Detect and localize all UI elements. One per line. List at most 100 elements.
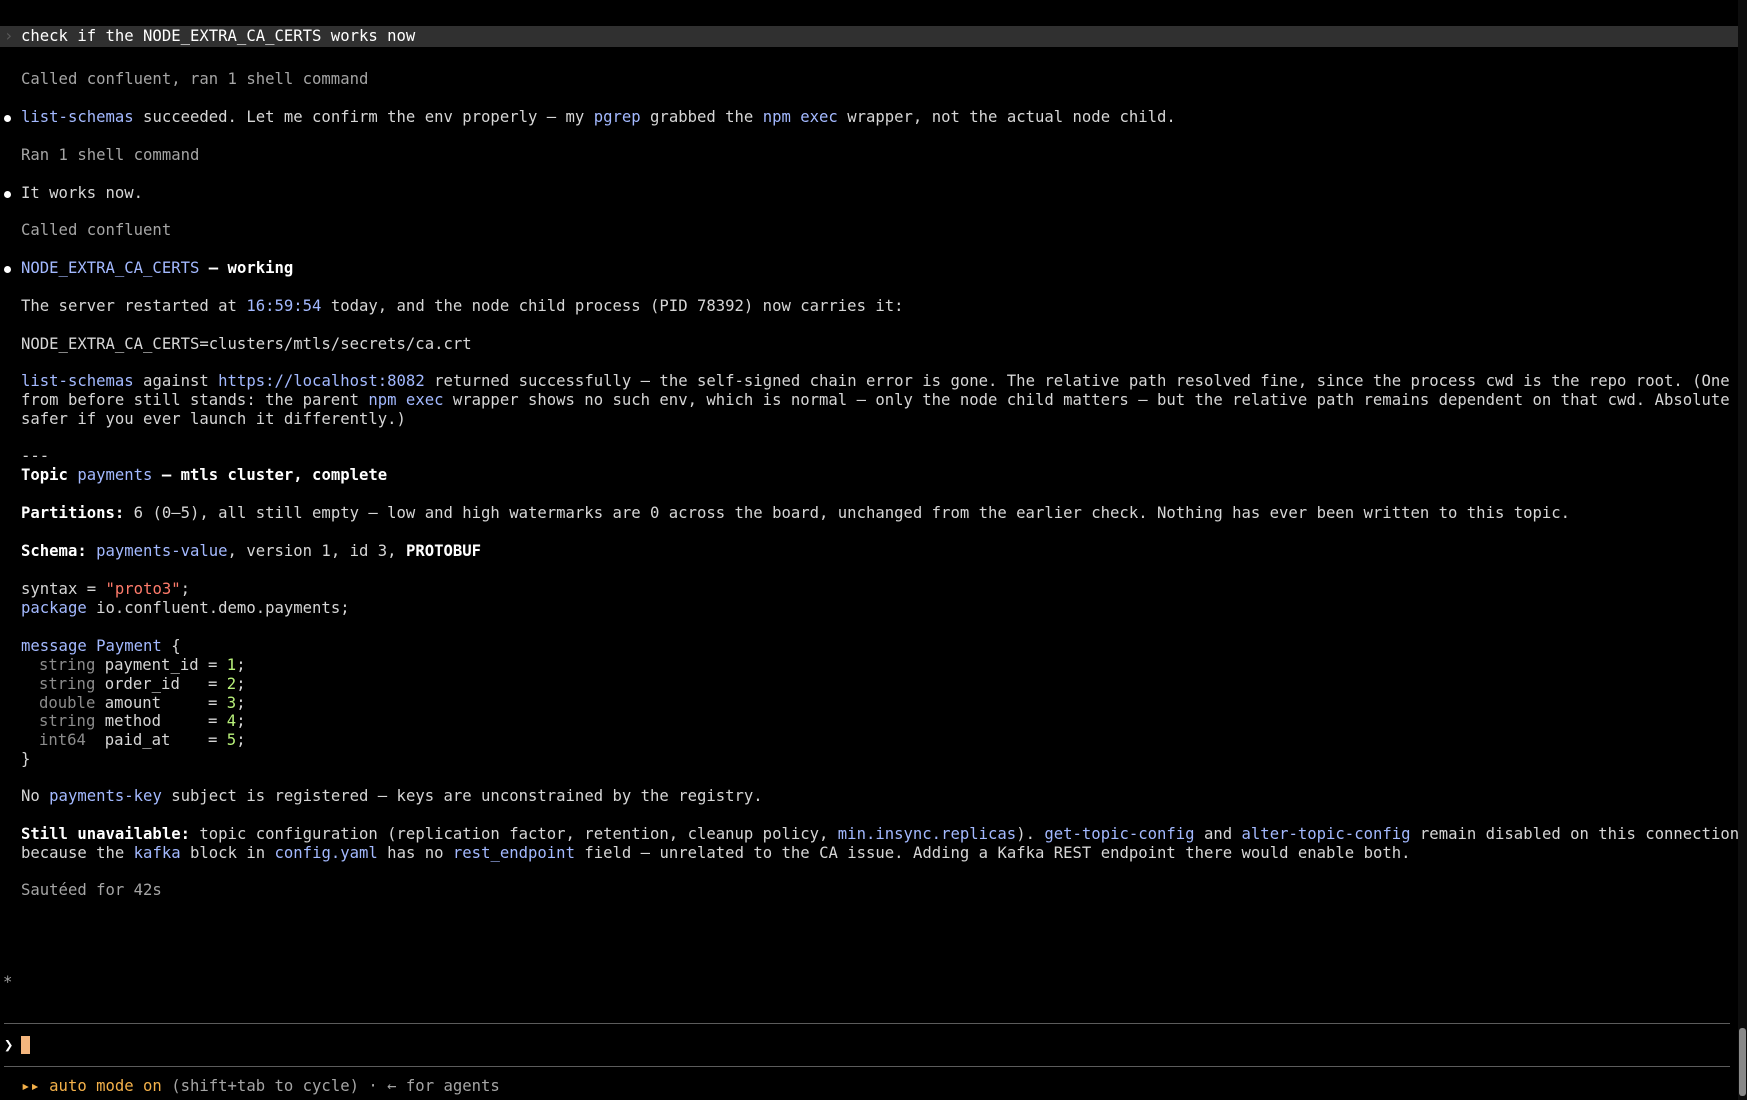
status-text: Sautéed for 42s (21, 881, 162, 899)
field-name: paid_at (95, 731, 199, 749)
paragraph: list-schemas against https://localhost:8… (21, 371, 1747, 392)
section-heading: NODE_EXTRA_CA_CERTS — working (21, 258, 293, 279)
code-field: string method = 4; (39, 711, 246, 732)
code-keyword: syntax (21, 580, 78, 598)
text: block in (180, 844, 275, 862)
field-type: string (39, 656, 96, 674)
schema-type: PROTOBUF (405, 542, 482, 560)
label: Partitions: (21, 504, 125, 522)
code-punct: ; (180, 580, 191, 598)
text: The server restarted at (21, 297, 247, 315)
field-number: 5 (226, 731, 237, 749)
text: 6 (0–5), all still empty — low and high … (124, 504, 1571, 522)
subject-name: payments-key (49, 787, 162, 805)
code-span: NODE_EXTRA_CA_CERTS (21, 259, 200, 277)
mode-footer: ▸▸ auto mode on (shift+tab to cycle) · ←… (21, 1076, 500, 1097)
url-link[interactable]: https://localhost:8082 (218, 372, 425, 390)
text: grabbed the (640, 108, 763, 126)
field-number: 1 (226, 656, 237, 674)
code-span: npm exec (368, 391, 444, 409)
text: topic configuration (replication factor,… (190, 825, 838, 843)
bullet-icon (4, 191, 11, 198)
code-keyword: message (21, 637, 87, 655)
code-operator: = (77, 580, 106, 598)
section-heading: Topic payments — mtls cluster, complete (21, 465, 387, 486)
code-span: get-topic-config (1044, 825, 1195, 843)
text: wrapper shows no such env, which is norm… (443, 391, 1747, 409)
code-punct: ; (236, 712, 246, 730)
code-line: package io.confluent.demo.payments; (21, 598, 350, 619)
paragraph-line: from before still stands: the parent npm… (21, 390, 1747, 411)
text: ). (1016, 825, 1045, 843)
field-type: string (39, 675, 96, 693)
code-span: pgrep (593, 108, 641, 126)
text: has no (377, 844, 453, 862)
input-bottom-border (4, 1066, 1730, 1067)
code-span: min.insync.replicas (837, 825, 1017, 843)
code-operator: = (198, 694, 227, 712)
divider: --- (21, 447, 50, 465)
text: remain disabled on this connection (1410, 825, 1740, 843)
tool-call-summary[interactable]: Ran 1 shell command (21, 145, 199, 166)
field-name: payment_id (95, 656, 199, 674)
env-line: NODE_EXTRA_CA_CERTS=clusters/mtls/secret… (21, 335, 472, 353)
subject-name: payments-value (96, 542, 228, 560)
field-type: int64 (39, 731, 96, 749)
code-punct: ; (236, 694, 246, 712)
label: Schema: (21, 542, 87, 560)
text: because the (21, 844, 134, 862)
timestamp: 16:59:54 (246, 297, 322, 315)
assistant-message: list-schemas succeeded. Let me confirm t… (21, 107, 1176, 128)
text-cursor[interactable] (21, 1036, 30, 1054)
code-punct: ; (236, 731, 246, 749)
field-type: double (39, 694, 96, 712)
partitions-line: Partitions: 6 (0–5), all still empty — l… (21, 503, 1570, 524)
code-punct: ; (236, 675, 246, 693)
auto-mode-indicator[interactable]: ▸▸ auto mode on (21, 1077, 162, 1095)
field-number: 4 (226, 712, 237, 730)
field-type: string (39, 712, 96, 730)
text: returned successfully — the self-signed … (424, 372, 1747, 390)
code-punct: ; (236, 656, 246, 674)
field-number: 2 (226, 675, 237, 693)
terminal-window: › check if the NODE_EXTRA_CA_CERTS works… (0, 0, 1747, 1100)
text: and (1194, 825, 1242, 843)
paragraph-line: safer if you ever launch it differently.… (21, 410, 406, 428)
code-keyword: package (21, 599, 87, 617)
assistant-message: It works now. (21, 184, 144, 202)
label: Still unavailable: (21, 825, 190, 843)
bullet-icon (4, 266, 11, 273)
footer-hint: (shift+tab to cycle) · ← for agents (161, 1077, 500, 1095)
heading-text: Topic (21, 466, 78, 484)
code-line: message Payment { (21, 636, 181, 657)
paragraph: Still unavailable: topic configuration (… (21, 824, 1739, 845)
code-operator: = (198, 712, 227, 730)
scrollbar-thumb[interactable] (1739, 1028, 1746, 1096)
schema-line: Schema: payments-value, version 1, id 3,… (21, 541, 481, 562)
text: field — unrelated to the CA issue. Addin… (574, 844, 1411, 862)
input-top-border (4, 1023, 1730, 1024)
tool-call-summary[interactable]: Called confluent, ran 1 shell command (21, 69, 368, 90)
code-span: npm exec (762, 108, 838, 126)
field-name: amount (95, 694, 199, 712)
code-span: list-schemas (21, 108, 134, 126)
paragraph: The server restarted at 16:59:54 today, … (21, 296, 904, 317)
code-line: syntax = "proto3"; (21, 579, 190, 600)
code-span: config.yaml (274, 844, 378, 862)
prompt-chevron-icon: › (4, 27, 14, 45)
tool-call-summary[interactable]: Called confluent (21, 220, 171, 241)
text: today, and the node child process (PID 7… (321, 297, 904, 315)
field-name: method (95, 712, 199, 730)
code-type: Payment (86, 637, 162, 655)
code-operator: = (198, 731, 227, 749)
code-string: "proto3" (105, 580, 181, 598)
code-field: string payment_id = 1; (39, 655, 246, 676)
code-span: alter-topic-config (1241, 825, 1411, 843)
user-prompt: check if the NODE_EXTRA_CA_CERTS works n… (21, 27, 416, 45)
code-operator: = (198, 656, 227, 674)
code-span: list-schemas (21, 372, 134, 390)
code-span: rest_endpoint (452, 844, 575, 862)
scrollbar[interactable] (1738, 0, 1747, 1100)
code-field: int64 paid_at = 5; (39, 730, 246, 751)
paragraph-line: because the kafka block in config.yaml h… (21, 843, 1411, 864)
